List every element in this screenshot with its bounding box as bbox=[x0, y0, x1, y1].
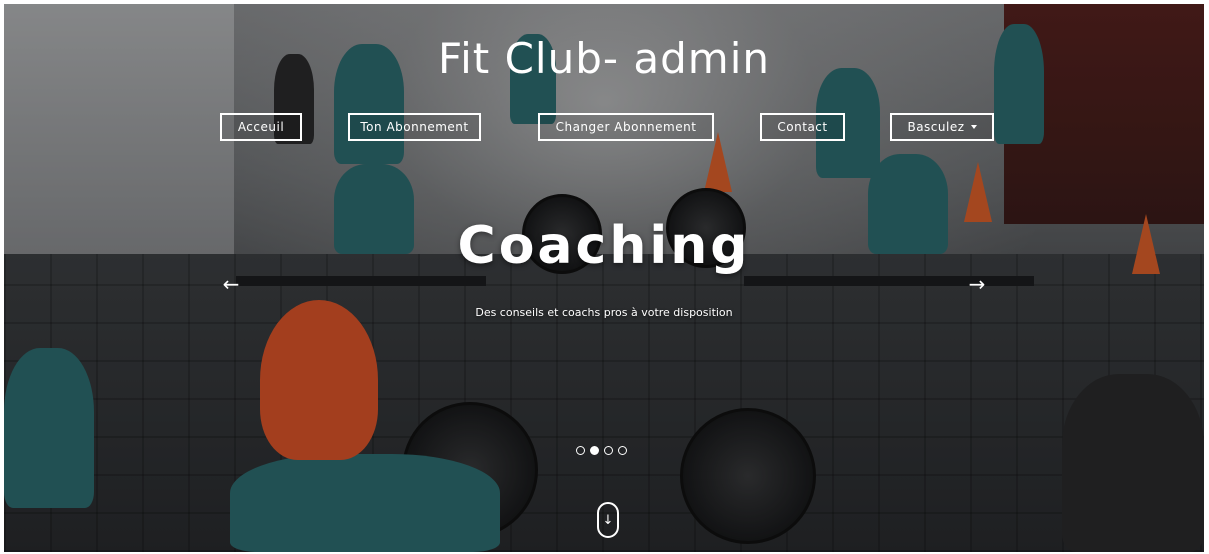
carousel-indicator-dot[interactable] bbox=[618, 446, 627, 455]
nav-dropdown-basculez[interactable]: Basculez bbox=[890, 113, 994, 141]
nav-dropdown-label: Basculez bbox=[907, 120, 965, 134]
carousel-indicator-dot[interactable] bbox=[590, 446, 599, 455]
carousel-prev-arrow-icon[interactable]: ← bbox=[216, 272, 246, 296]
slide-heading: Coaching bbox=[457, 216, 751, 276]
carousel-indicators bbox=[576, 446, 627, 456]
background-dim-overlay bbox=[4, 4, 1204, 552]
carousel-indicator-dot[interactable] bbox=[604, 446, 613, 455]
nav-item-changer-abonnement[interactable]: Changer Abonnement bbox=[538, 113, 714, 141]
nav-item-contact[interactable]: Contact bbox=[760, 113, 845, 141]
site-title: Fit Club- admin bbox=[438, 34, 770, 83]
arrow-down-icon: ↓ bbox=[602, 512, 614, 528]
carousel-indicator-dot[interactable] bbox=[576, 446, 585, 455]
hero-carousel: Fit Club- admin Acceuil Ton Abonnement C… bbox=[4, 4, 1204, 552]
carousel-next-arrow-icon[interactable]: → bbox=[962, 272, 992, 296]
caret-down-icon bbox=[970, 125, 977, 129]
scroll-down-button[interactable]: ↓ bbox=[597, 502, 619, 538]
main-nav: Acceuil Ton Abonnement Changer Abonnemen… bbox=[4, 113, 1204, 145]
nav-item-acceuil[interactable]: Acceuil bbox=[220, 113, 302, 141]
slide-caption: Des conseils et coachs pros à votre disp… bbox=[475, 306, 733, 319]
nav-item-ton-abonnement[interactable]: Ton Abonnement bbox=[348, 113, 481, 141]
